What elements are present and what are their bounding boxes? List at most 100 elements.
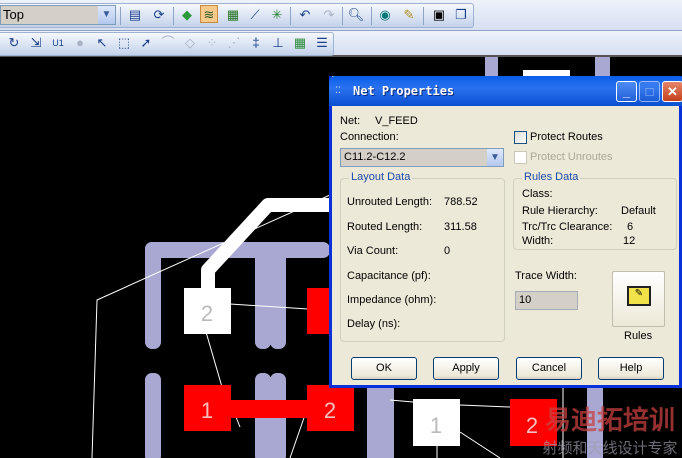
outline-bar: [145, 242, 161, 349]
ok-button[interactable]: OK: [351, 357, 417, 380]
outline-bar: [367, 388, 394, 458]
pad[interactable]: 1: [184, 385, 231, 431]
rules-icon: ✎: [627, 286, 651, 306]
view-icon[interactable]: ◉: [376, 6, 394, 24]
dialog-title-bar[interactable]: ⁚⁚ Net Properties _ □ ✕: [329, 76, 682, 106]
disabled-trace-icon[interactable]: ⌒: [159, 34, 177, 52]
select-icon[interactable]: ↖: [93, 34, 111, 52]
trace-width-input[interactable]: 10: [515, 291, 578, 310]
main-toolbar: Top ▼ ▤ ⟳ ◆ ≋ ▦ ⟋ ✳ ↶ ↷ 🔍︎ ◉ ✎ ▣ ❐: [0, 0, 682, 31]
rules-data-title: Rules Data: [522, 171, 581, 183]
width-value: 12: [623, 235, 636, 247]
align-icon[interactable]: ‡: [247, 34, 265, 52]
route-icon[interactable]: ≋: [200, 5, 218, 23]
capacitance-label: Capacitance (pf):: [347, 270, 431, 282]
via-count-value: 0: [444, 245, 451, 257]
disabled-shape-icon[interactable]: ◇: [181, 34, 199, 52]
pcb-icon[interactable]: ▦: [224, 6, 242, 24]
chevron-down-icon[interactable]: ▼: [98, 6, 115, 24]
help-button[interactable]: Help: [598, 357, 664, 380]
grid-icon[interactable]: ▦: [291, 34, 309, 52]
connection-label: Connection:: [340, 131, 399, 143]
design-icon[interactable]: ◆: [178, 6, 196, 24]
component-icon[interactable]: U1: [49, 34, 67, 52]
net-properties-dialog: ⁚⁚ Net Properties _ □ ✕ Net: V_FEED Conn…: [329, 76, 682, 388]
routed-length-value: 311.58: [444, 221, 477, 233]
image-icon[interactable]: ▣: [430, 6, 448, 24]
layer-value: Top: [3, 7, 24, 22]
brush-icon[interactable]: ✎: [400, 6, 418, 24]
connection-select[interactable]: C11.2-C12.2 ▼: [340, 148, 504, 167]
redo-icon[interactable]: ↷: [320, 6, 338, 24]
outline-bar: [270, 242, 286, 349]
maximize-button[interactable]: □: [639, 81, 660, 102]
outline-bar: [145, 373, 161, 458]
apply-button[interactable]: Apply: [433, 357, 499, 380]
watermark-subtitle: 射频和天线设计专家: [542, 440, 677, 457]
disabled-pins-icon[interactable]: ⁘: [203, 34, 221, 52]
pad-label: 2: [324, 398, 336, 423]
clearance-value: 6: [627, 221, 634, 233]
unrouted-length-label: Unrouted Length:: [347, 196, 433, 208]
pad[interactable]: 2: [184, 288, 231, 334]
rule-hierarchy-label: Rule Hierarchy:: [522, 205, 598, 217]
outline-bar: [255, 242, 271, 349]
pad[interactable]: 1: [413, 399, 460, 446]
delay-label: Delay (ns):: [347, 318, 401, 330]
disabled-icon[interactable]: ●: [71, 34, 89, 52]
width-label: Width:: [522, 235, 554, 247]
via-icon[interactable]: ⊥: [269, 34, 287, 52]
undo-icon[interactable]: ↶: [296, 6, 314, 24]
net-value: V_FEED: [375, 115, 418, 127]
protect-routes-checkbox[interactable]: [514, 131, 527, 144]
disabled-fanout-icon[interactable]: ⋰: [225, 34, 243, 52]
connection-value: C11.2-C12.2: [344, 151, 406, 163]
outline-bar: [485, 57, 498, 77]
net-select-icon[interactable]: ➚: [137, 34, 155, 52]
trace-width-label: Trace Width:: [515, 270, 577, 282]
pad-label: 1: [201, 398, 213, 423]
layer-select[interactable]: Top ▼: [0, 5, 116, 25]
cluster-icon[interactable]: ✳: [268, 6, 286, 24]
add-route-icon[interactable]: ⟋: [246, 6, 264, 24]
pad-label: 1: [430, 413, 442, 438]
area-select-icon[interactable]: ⬚: [115, 34, 133, 52]
outline-bar: [595, 57, 610, 77]
pad-label: 2: [526, 413, 538, 438]
zoom-icon[interactable]: 🔍︎: [347, 6, 365, 24]
chevron-down-icon[interactable]: ▼: [487, 149, 503, 166]
clearance-label: Trc/Trc Clearance:: [522, 221, 613, 233]
list-icon[interactable]: ☰: [313, 34, 331, 52]
rules-button-label: Rules: [624, 330, 653, 342]
minimize-button[interactable]: _: [616, 81, 637, 102]
trace-width-value: 10: [519, 294, 532, 306]
move-icon[interactable]: ⇲: [27, 34, 45, 52]
protect-unroutes-label: Protect Unroutes: [530, 151, 613, 163]
dialog-title: Net Properties: [353, 84, 455, 98]
layout-data-group: Layout Data Unrouted Length: 788.52 Rout…: [340, 171, 505, 342]
net-label: Net:: [340, 115, 361, 127]
rules-data-group: Rules Data Class: Rule Hierarchy: Defaul…: [513, 171, 677, 250]
trace-neck: [230, 400, 310, 418]
cancel-button[interactable]: Cancel: [516, 357, 582, 380]
routed-length-label: Routed Length:: [347, 221, 423, 233]
protect-unroutes-checkbox[interactable]: [514, 151, 527, 164]
pad-label: 2: [201, 301, 213, 326]
pad[interactable]: 2: [307, 385, 354, 431]
secondary-toolbar: ↻ ⇲ U1 ● ↖ ⬚ ➚ ⌒ ◇ ⁘ ⋰ ‡ ⊥ ▦ ☰: [0, 31, 682, 57]
layout-data-title: Layout Data: [349, 171, 413, 183]
via-count-label: Via Count:: [347, 245, 399, 257]
refresh-icon[interactable]: ⟳: [150, 6, 168, 24]
rule-hierarchy-value: Default: [621, 205, 656, 217]
impedance-label: Impedance (ohm):: [347, 294, 437, 306]
protect-routes-label[interactable]: Protect Routes: [530, 131, 603, 143]
rules-button[interactable]: ✎: [612, 271, 665, 327]
rotate-icon[interactable]: ↻: [5, 34, 23, 52]
watermark-title: 易迪拓培训: [545, 405, 675, 435]
class-label: Class:: [522, 188, 553, 200]
properties-icon[interactable]: ▤: [126, 6, 144, 24]
window-icon[interactable]: ❐: [452, 6, 470, 24]
close-button[interactable]: ✕: [662, 81, 682, 102]
unrouted-length-value: 788.52: [444, 196, 478, 208]
app-icon: ⁚⁚: [335, 85, 341, 95]
